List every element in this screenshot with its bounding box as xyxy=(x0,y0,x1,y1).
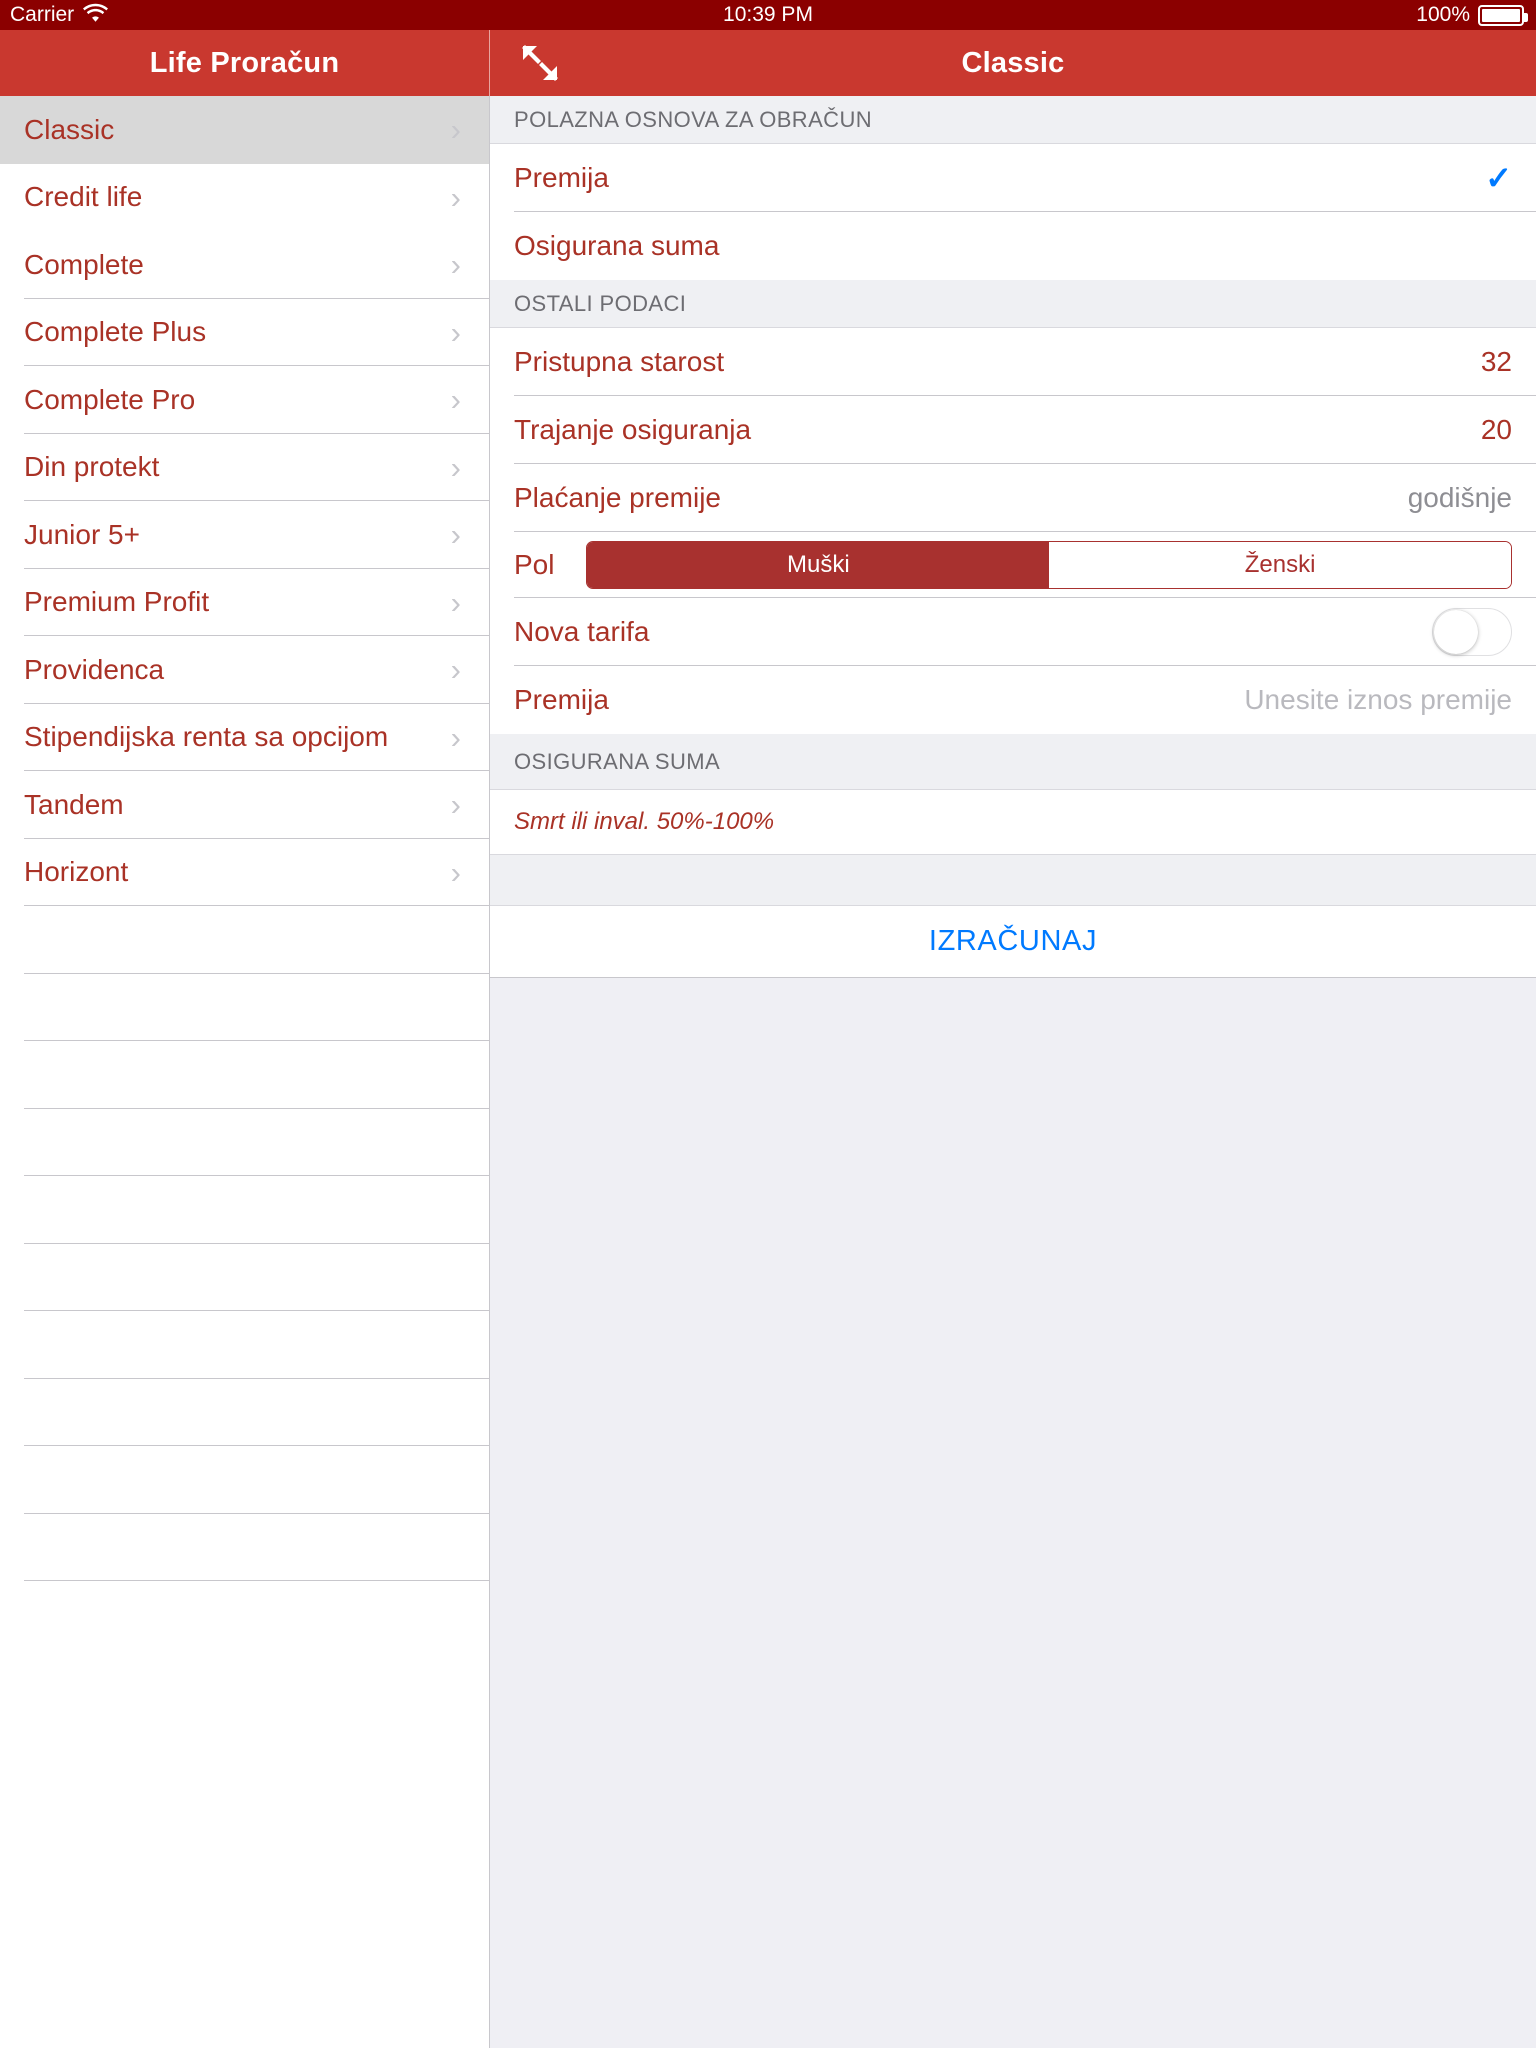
battery-fill xyxy=(1482,8,1520,22)
sidebar-item-din-protekt[interactable]: Din protekt › xyxy=(0,433,489,501)
row-label: Nova tarifa xyxy=(514,616,650,647)
expand-collapse-icon[interactable] xyxy=(512,35,568,91)
sidebar-empty-row xyxy=(0,1513,489,1581)
segment-muski[interactable]: Muški xyxy=(587,542,1050,588)
detail-panel: POLAZNA OSNOVA ZA OBRAČUN Premija ✓ Osig… xyxy=(490,96,1536,2048)
chevron-right-icon: › xyxy=(450,854,461,890)
sidebar-item-label: Credit life xyxy=(24,181,143,213)
sidebar-item-horizont[interactable]: Horizont › xyxy=(0,838,489,906)
calculate-button[interactable]: IZRAČUNAJ xyxy=(490,906,1536,978)
row-separator xyxy=(24,1580,489,1581)
chevron-right-icon: › xyxy=(450,179,461,215)
sidebar-list[interactable]: Classic › Credit life › Complete › Compl… xyxy=(0,96,490,2048)
calculate-button-label: IZRAČUNAJ xyxy=(928,925,1098,957)
row-osigurana-suma-basis[interactable]: Osigurana suma xyxy=(490,212,1536,280)
segment-zenski[interactable]: Ženski xyxy=(1049,542,1511,588)
row-label: Premija xyxy=(514,684,609,715)
sidebar-item-complete[interactable]: Complete › xyxy=(0,231,489,299)
master-nav-title: Life Proračun xyxy=(149,46,340,79)
section-gap xyxy=(490,854,1536,906)
chevron-right-icon: › xyxy=(450,247,461,283)
sidebar-empty-row xyxy=(0,906,489,974)
row-value: godišnje xyxy=(1407,482,1512,513)
sidebar-item-label: Stipendijska renta sa opcijom xyxy=(24,721,389,753)
status-bar-time: 10:39 PM xyxy=(723,3,813,26)
row-label: Pristupna starost xyxy=(514,346,725,377)
sidebar-item-label: Junior 5+ xyxy=(24,518,140,550)
sidebar-empty-row xyxy=(0,1243,489,1311)
sidebar-empty-row xyxy=(0,1446,489,1514)
row-trajanje-osiguranja[interactable]: Trajanje osiguranja 20 xyxy=(490,396,1536,464)
row-pol: Pol Muški Ženski xyxy=(490,532,1536,598)
sidebar-item-label: Complete Pro xyxy=(24,383,196,415)
detail-nav-bar: Classic xyxy=(490,30,1536,96)
navigation-bar: Life Proračun Classic xyxy=(0,30,1536,96)
chevron-right-icon: › xyxy=(450,449,461,485)
sidebar-item-label: Classic xyxy=(24,113,115,145)
row-premija-basis[interactable]: Premija ✓ xyxy=(490,144,1536,212)
row-value: 20 xyxy=(1480,414,1512,445)
sidebar-empty-row xyxy=(0,1041,489,1109)
status-bar: Carrier 10:39 PM 100% xyxy=(0,0,1536,30)
row-label: Trajanje osiguranja xyxy=(514,414,752,445)
sidebar-empty-row xyxy=(0,1176,489,1244)
toggle-knob xyxy=(1434,610,1478,654)
chevron-right-icon: › xyxy=(450,719,461,755)
detail-empty-area xyxy=(490,978,1536,2048)
sidebar-item-label: Providenca xyxy=(24,653,165,685)
row-nova-tarifa: Nova tarifa xyxy=(490,598,1536,666)
sidebar-empty-row xyxy=(0,973,489,1041)
battery-icon xyxy=(1478,4,1528,26)
sidebar-item-credit-life[interactable]: Credit life › xyxy=(0,163,489,231)
chevron-right-icon: › xyxy=(450,382,461,418)
premija-input-placeholder[interactable]: Unesite iznos premije xyxy=(1244,684,1512,716)
sidebar-item-junior-5plus[interactable]: Junior 5+ › xyxy=(0,501,489,569)
section-header-polazna-osnova: POLAZNA OSNOVA ZA OBRAČUN xyxy=(490,96,1536,144)
sidebar-item-label: Complete Plus xyxy=(24,316,207,348)
sidebar-item-premium-profit[interactable]: Premium Profit › xyxy=(0,568,489,636)
nova-tarifa-toggle[interactable] xyxy=(1432,608,1512,656)
row-premija-input[interactable]: Premija Unesite iznos premije xyxy=(490,666,1536,734)
row-label: Plaćanje premije xyxy=(514,482,721,513)
section-header-ostali-podaci: OSTALI PODACI xyxy=(490,280,1536,328)
sidebar-item-complete-pro[interactable]: Complete Pro › xyxy=(0,366,489,434)
chevron-right-icon: › xyxy=(450,584,461,620)
sidebar-item-complete-plus[interactable]: Complete Plus › xyxy=(0,298,489,366)
sidebar-item-label: Premium Profit xyxy=(24,586,210,618)
sidebar-item-label: Din protekt xyxy=(24,451,160,483)
osigurana-suma-note-label: Smrt ili inval. 50%-100% xyxy=(514,808,775,835)
row-value: 32 xyxy=(1480,346,1512,377)
row-placanje-premije[interactable]: Plaćanje premije godišnje xyxy=(490,464,1536,532)
sidebar-item-label: Complete xyxy=(24,248,144,280)
row-label: Premija xyxy=(514,162,609,193)
sidebar-item-label: Horizont xyxy=(24,856,129,888)
detail-nav-title: Classic xyxy=(961,46,1065,79)
chevron-right-icon: › xyxy=(450,652,461,688)
chevron-right-icon: › xyxy=(450,787,461,823)
sidebar-item-tandem[interactable]: Tandem › xyxy=(0,771,489,839)
row-label: Pol xyxy=(514,549,555,580)
split-view: Classic › Credit life › Complete › Compl… xyxy=(0,96,1536,2048)
chevron-right-icon: › xyxy=(450,517,461,553)
chevron-right-icon: › xyxy=(450,112,461,148)
sidebar-empty-row xyxy=(0,1378,489,1446)
sidebar-empty-row xyxy=(0,1311,489,1379)
sidebar-item-stipendijska-renta[interactable]: Stipendijska renta sa opcijom › xyxy=(0,703,489,771)
sidebar-empty-row xyxy=(0,1108,489,1176)
chevron-right-icon: › xyxy=(450,314,461,350)
row-label: Osigurana suma xyxy=(514,230,720,261)
gender-segmented-control[interactable]: Muški Ženski xyxy=(586,541,1512,589)
sidebar-item-classic[interactable]: Classic › xyxy=(0,96,489,164)
section-header-osigurana-suma: OSIGURANA SUMA xyxy=(490,734,1536,790)
master-nav-bar: Life Proračun xyxy=(0,30,490,96)
row-osigurana-suma-note: Smrt ili inval. 50%-100% xyxy=(490,790,1536,854)
sidebar-item-providenca[interactable]: Providenca › xyxy=(0,636,489,704)
sidebar-item-label: Tandem xyxy=(24,788,124,820)
checkmark-icon: ✓ xyxy=(1485,160,1512,196)
row-pristupna-starost[interactable]: Pristupna starost 32 xyxy=(490,328,1536,396)
